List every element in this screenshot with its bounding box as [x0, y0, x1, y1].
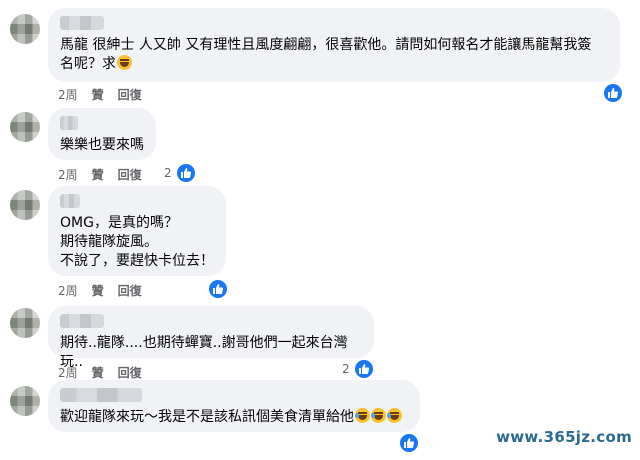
- comment-text: OMG，是真的嗎？ 期待龍隊旋風。 不說了，要趕快卡位去！: [60, 215, 214, 269]
- reply-button[interactable]: 回復: [118, 364, 142, 381]
- rolling-laughing-emoji: [387, 408, 402, 423]
- avatar[interactable]: [10, 14, 40, 44]
- commenter-name-blurred[interactable]: [60, 116, 78, 130]
- avatar[interactable]: [10, 308, 40, 338]
- comment-actions: 2周 贊 回復: [58, 364, 142, 381]
- reply-button[interactable]: 回復: [118, 166, 142, 183]
- rolling-laughing-emoji: [371, 408, 386, 423]
- commenter-name-blurred[interactable]: [60, 16, 104, 30]
- reply-button[interactable]: 回復: [118, 282, 142, 299]
- grinning-face-emoji: [117, 55, 132, 70]
- reaction-count[interactable]: 2: [164, 162, 197, 184]
- comment-bubble: 期待..龍隊....也期待蟬寶..謝哥他們一起來台灣玩..: [48, 306, 374, 370]
- comment-bubble: OMG，是真的嗎？ 期待龍隊旋風。 不說了，要趕快卡位去！: [48, 186, 226, 276]
- reaction-count[interactable]: 2: [342, 358, 375, 380]
- comment-text: 歡迎龍隊來玩～我是不是該私訊個美食清單給他: [60, 408, 408, 427]
- thumbs-up-icon: [207, 278, 229, 300]
- avatar[interactable]: [10, 190, 40, 220]
- reaction-count[interactable]: [207, 278, 229, 300]
- comment-bubble: 歡迎龍隊來玩～我是不是該私訊個美食清單給他: [48, 380, 420, 432]
- rolling-laughing-emoji: [355, 408, 370, 423]
- comment-text: 樂樂也要來嗎: [60, 137, 144, 153]
- reaction-count-number: 2: [164, 166, 172, 180]
- like-button[interactable]: 贊: [92, 282, 104, 299]
- commenter-name-blurred[interactable]: [60, 314, 104, 328]
- thumbs-up-icon: [174, 162, 197, 184]
- comment-time[interactable]: 2周: [58, 364, 78, 381]
- comment-bubble: 馬龍 很紳士 人又帥 又有理性且風度翩翩，很喜歡他。請問如何報名才能讓馬龍幫我簽…: [48, 8, 620, 82]
- reaction-count-number: 2: [342, 362, 350, 376]
- comment-actions: 2周 贊 回復: [58, 86, 142, 103]
- comment-bubble: 樂樂也要來嗎: [48, 108, 156, 160]
- comment-time[interactable]: 2周: [58, 86, 78, 103]
- like-button[interactable]: 贊: [92, 86, 104, 103]
- comment-text: 馬龍 很紳士 人又帥 又有理性且風度翩翩，很喜歡他。請問如何報名才能讓馬龍幫我簽…: [60, 37, 592, 72]
- site-watermark: www.365jz.com: [496, 428, 632, 446]
- like-button[interactable]: 贊: [92, 166, 104, 183]
- thumbs-up-icon: [602, 82, 624, 104]
- reaction-count[interactable]: [398, 432, 420, 454]
- commenter-name-blurred[interactable]: [60, 194, 80, 208]
- avatar[interactable]: [10, 112, 40, 142]
- comment-time[interactable]: 2周: [58, 166, 78, 183]
- comment-time[interactable]: 2周: [58, 282, 78, 299]
- avatar[interactable]: [10, 386, 40, 416]
- thumbs-up-icon: [398, 432, 420, 454]
- like-button[interactable]: 贊: [92, 364, 104, 381]
- thumbs-up-icon: [352, 358, 375, 380]
- commenter-name-blurred[interactable]: [60, 388, 142, 402]
- reaction-count[interactable]: [602, 82, 624, 104]
- reply-button[interactable]: 回復: [118, 86, 142, 103]
- comment-actions: 2周 贊 回復: [58, 166, 142, 183]
- comment-actions: 2周 贊 回復: [58, 282, 142, 299]
